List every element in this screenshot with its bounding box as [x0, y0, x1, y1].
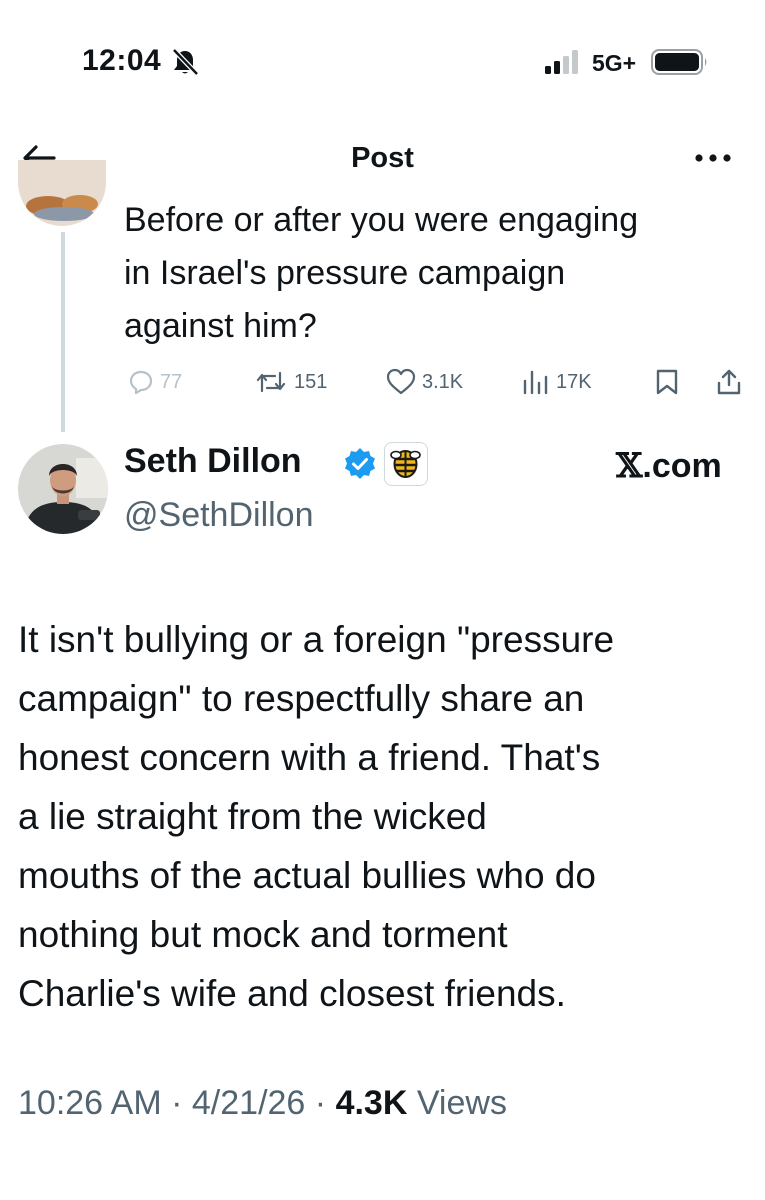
previous-tweet-text: Before or after you were engaging in Isr… — [124, 194, 744, 353]
like-button[interactable]: 3.1K — [386, 362, 463, 402]
tweet-line: campaign" to respectfully share an — [18, 678, 585, 719]
reply-button[interactable]: 77 — [128, 362, 182, 402]
tweet-views-label: Views — [416, 1084, 507, 1122]
signal-icon — [545, 50, 578, 74]
bookmark-icon — [656, 369, 678, 395]
network-type: 5G+ — [592, 50, 637, 76]
views-count: 17K — [556, 370, 592, 393]
more-icon[interactable] — [693, 150, 733, 166]
tweet-line: honest concern with a friend. That's — [18, 737, 601, 778]
retweet-icon — [256, 371, 286, 393]
thread-connector — [61, 232, 65, 432]
tweet-line: Charlie's wife and closest friends. — [18, 973, 566, 1014]
views-icon — [523, 370, 548, 395]
like-count: 3.1K — [422, 370, 464, 393]
meta-separator: · — [171, 1084, 183, 1122]
share-icon — [717, 369, 741, 395]
bell-slash-icon — [172, 48, 199, 76]
tweet-time[interactable]: 10:26 AM — [18, 1084, 162, 1122]
retweet-button[interactable]: 151 — [254, 362, 327, 402]
previous-tweet-actions: 77 151 3.1K 17K — [0, 362, 765, 402]
x-logo-icon: 𝕏 — [616, 446, 643, 486]
source-label: .com — [642, 447, 722, 485]
avatar[interactable] — [18, 444, 108, 534]
tweet-date[interactable]: 4/21/26 — [192, 1084, 305, 1122]
tweet-meta: 10:26 AM · 4/21/26 · 4.3K Views — [18, 1084, 507, 1123]
tweet-line: mouths of the actual bullies who do — [18, 855, 596, 896]
previous-tweet-line: against him? — [124, 307, 317, 345]
meta-separator: · — [314, 1084, 327, 1122]
like-icon — [386, 368, 416, 395]
tweet-views-count[interactable]: 4.3K — [336, 1084, 408, 1122]
previous-author-avatar[interactable] — [18, 160, 106, 226]
display-name[interactable]: Seth Dillon — [124, 442, 302, 481]
share-button[interactable] — [716, 362, 742, 402]
tweet-line: It isn't bullying or a foreign "pressure — [18, 619, 615, 660]
tweet-line: a lie straight from the wicked — [18, 796, 487, 837]
bookmark-button[interactable] — [654, 362, 680, 402]
reply-icon — [129, 370, 153, 395]
previous-tweet-line: Before or after you were engaging — [124, 201, 639, 239]
previous-tweet-line: in Israel's pressure campaign — [124, 254, 566, 292]
retweet-count: 151 — [294, 370, 328, 393]
status-bar: 12:04 5G+ — [0, 0, 765, 120]
babylon-bee-badge-icon[interactable] — [384, 442, 428, 486]
tweet-line: nothing but mock and torment — [18, 914, 508, 955]
reply-count: 77 — [160, 370, 183, 393]
status-time: 12:04 — [82, 44, 162, 77]
page-title: Post — [351, 142, 414, 174]
user-handle[interactable]: @SethDillon — [124, 496, 314, 535]
source-link[interactable]: 𝕏.com — [616, 446, 722, 486]
battery-icon — [651, 49, 707, 75]
tweet-body: It isn't bullying or a foreign "pressure… — [18, 610, 748, 1023]
views-button[interactable]: 17K — [522, 362, 592, 402]
verified-badge-icon — [345, 448, 375, 479]
